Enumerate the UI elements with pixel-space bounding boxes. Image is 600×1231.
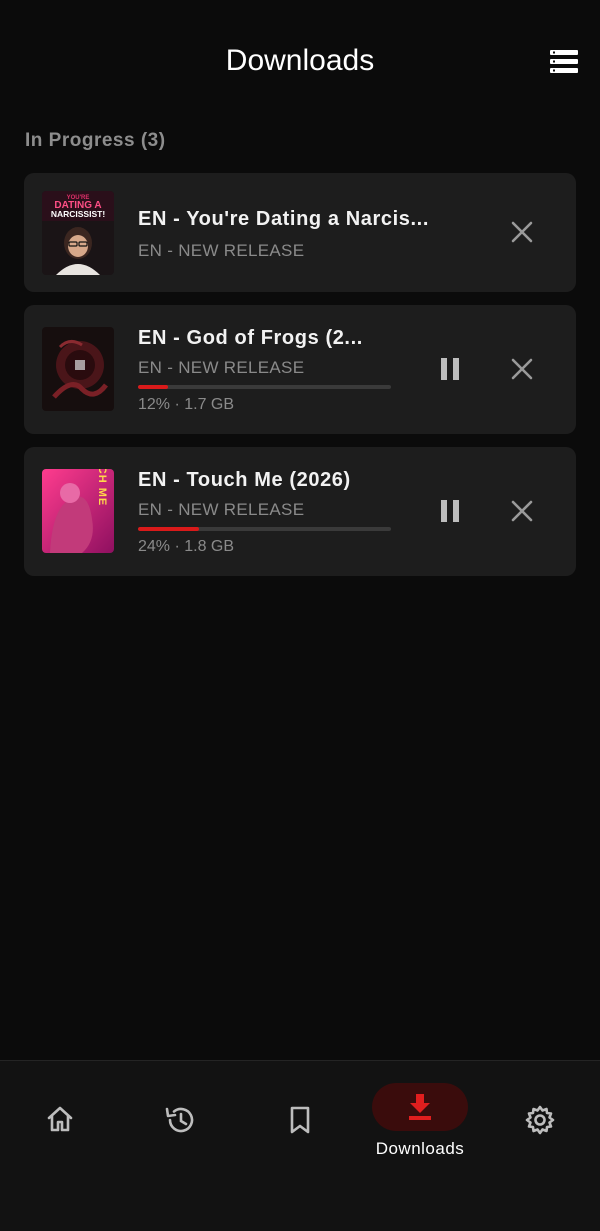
- download-meta: 12% · 1.7 GB: [138, 396, 235, 413]
- close-icon: [511, 221, 533, 243]
- bottom-nav: Downloads: [0, 1060, 600, 1231]
- close-icon: [511, 358, 533, 380]
- list-view-icon[interactable]: [550, 50, 578, 74]
- nav-downloads[interactable]: Downloads: [360, 1061, 480, 1181]
- page-title: Downloads: [225, 44, 375, 77]
- poster-thumbnail: TOUCH ME: [42, 469, 114, 553]
- poster-thumbnail: YOU'RE DATING A NARCISSIST!: [42, 191, 114, 275]
- download-item[interactable]: TOUCH ME EN - Touch Me (2026) EN - NEW R…: [24, 447, 576, 576]
- gear-icon: [525, 1105, 555, 1135]
- download-icon: [409, 1094, 431, 1120]
- item-title: EN - You're Dating a Narcis...: [138, 208, 429, 230]
- progress-fill: [138, 527, 199, 531]
- nav-history[interactable]: [120, 1061, 240, 1181]
- download-item[interactable]: EN - God of Frogs (2... EN - NEW RELEASE…: [24, 305, 576, 434]
- section-title: In Progress (3): [25, 130, 166, 151]
- close-icon: [511, 500, 533, 522]
- item-subtitle: EN - NEW RELEASE: [138, 241, 305, 260]
- pause-icon: [441, 500, 459, 522]
- download-meta: 24% · 1.8 GB: [138, 538, 235, 555]
- download-progress-bar: [138, 385, 391, 389]
- item-subtitle: EN - NEW RELEASE: [138, 358, 305, 377]
- cancel-download-button[interactable]: [502, 491, 542, 531]
- active-indicator: [372, 1083, 468, 1131]
- header: Downloads: [0, 0, 600, 124]
- thumb-text: TOUCH ME: [96, 469, 108, 506]
- item-title: EN - Touch Me (2026): [138, 469, 351, 491]
- nav-downloads-label: Downloads: [375, 1139, 465, 1158]
- pause-icon: [441, 358, 459, 380]
- download-progress-bar: [138, 527, 391, 531]
- download-item[interactable]: YOU'RE DATING A NARCISSIST! EN - You're …: [24, 173, 576, 292]
- bookmark-icon: [290, 1106, 310, 1134]
- thumb-text-line-3: NARCISSIST!: [51, 209, 105, 219]
- history-icon: [165, 1107, 194, 1133]
- nav-home[interactable]: [0, 1061, 120, 1181]
- nav-settings[interactable]: [480, 1061, 600, 1181]
- item-title: EN - God of Frogs (2...: [138, 327, 363, 349]
- cancel-download-button[interactable]: [502, 212, 542, 252]
- home-icon: [47, 1106, 73, 1132]
- progress-fill: [138, 385, 169, 389]
- item-subtitle: EN - NEW RELEASE: [138, 500, 305, 519]
- poster-thumbnail: [42, 327, 114, 411]
- pause-download-button[interactable]: [430, 491, 470, 531]
- cancel-download-button[interactable]: [502, 349, 542, 389]
- nav-bookmarks[interactable]: [240, 1061, 360, 1181]
- pause-download-button[interactable]: [430, 349, 470, 389]
